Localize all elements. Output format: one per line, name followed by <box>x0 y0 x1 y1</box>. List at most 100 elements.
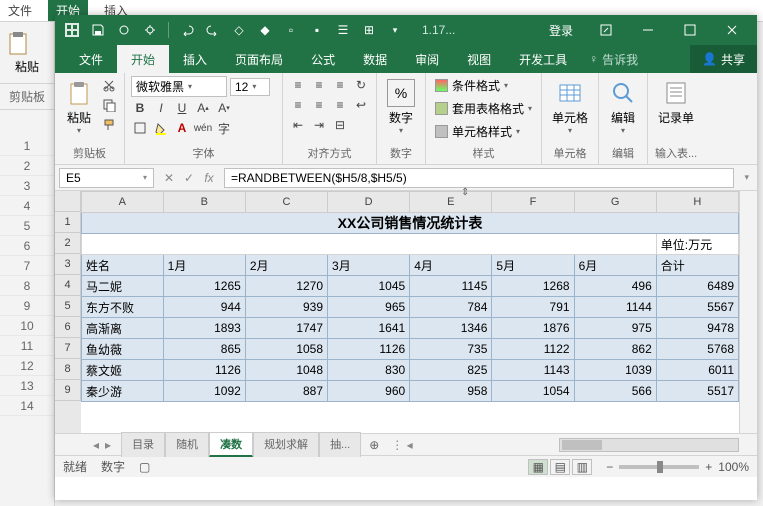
data-cell[interactable]: 1346 <box>410 318 492 339</box>
increase-font-icon[interactable]: A▴ <box>194 99 212 117</box>
underline-button[interactable]: U <box>173 99 191 117</box>
cells-button[interactable]: 单元格▾ <box>548 76 592 138</box>
sheet-tab[interactable]: 目录 <box>121 432 165 457</box>
copy-icon[interactable] <box>100 96 118 114</box>
number-format-button[interactable]: % 数字 ▾ <box>383 76 419 138</box>
formula-input[interactable]: =RANDBETWEEN($H5/8,$H5/5) ⇕ <box>224 168 734 188</box>
align-mid-icon[interactable]: ≡ <box>310 76 328 94</box>
row-header[interactable]: 3 <box>55 254 81 275</box>
data-cell[interactable]: 1092 <box>163 381 245 402</box>
tab-view[interactable]: 视图 <box>453 45 505 73</box>
table-format-button[interactable]: 套用表格格式▾ <box>432 99 535 118</box>
orientation-icon[interactable]: ↻ <box>352 76 370 94</box>
data-cell[interactable]: 887 <box>245 381 327 402</box>
sheet-tab[interactable]: 凑数 <box>209 432 253 457</box>
zoom-in-icon[interactable]: + <box>705 460 712 474</box>
italic-button[interactable]: I <box>152 99 170 117</box>
name-box[interactable]: E5▾ <box>59 168 154 188</box>
format-painter-icon[interactable] <box>100 116 118 134</box>
char-border-icon[interactable]: 字 <box>215 119 233 137</box>
minimize-icon[interactable] <box>629 15 667 45</box>
table-header-cell[interactable]: 姓名 <box>82 255 164 276</box>
zoom-level[interactable]: 100% <box>718 460 749 474</box>
data-cell[interactable]: 1048 <box>245 360 327 381</box>
login-text[interactable]: 登录 <box>549 22 573 39</box>
data-cell[interactable]: 1058 <box>245 339 327 360</box>
conditional-format-button[interactable]: 条件格式▾ <box>432 76 511 95</box>
fill-color-icon[interactable] <box>152 119 170 137</box>
expand-formula-icon[interactable]: ▾ <box>740 172 753 183</box>
cell-styles-button[interactable]: 单元格样式▾ <box>432 122 523 141</box>
row-header[interactable]: 4 <box>55 275 81 296</box>
data-cell[interactable]: 1641 <box>328 318 410 339</box>
sheet-tab[interactable]: 规划求解 <box>253 432 319 457</box>
col-header[interactable]: D <box>328 192 410 213</box>
col-header[interactable]: H <box>656 192 738 213</box>
tab-dev[interactable]: 开发工具 <box>505 45 581 73</box>
add-sheet-icon[interactable]: ⊕ <box>361 438 387 452</box>
tab-file[interactable]: 文件 <box>65 45 117 73</box>
data-cell[interactable]: 6489 <box>656 276 738 297</box>
row-header[interactable]: 1 <box>55 212 81 233</box>
merge-icon[interactable]: ⊟ <box>331 116 349 134</box>
data-cell[interactable]: 1747 <box>245 318 327 339</box>
tell-me[interactable]: ♀告诉我 <box>589 45 638 73</box>
qa-icon-3[interactable]: ▫ <box>280 19 302 41</box>
align-top-icon[interactable]: ≡ <box>289 76 307 94</box>
data-cell[interactable]: 944 <box>163 297 245 318</box>
sheet-tab[interactable]: 随机 <box>165 432 209 457</box>
data-cell[interactable]: 975 <box>574 318 656 339</box>
undo-icon[interactable] <box>176 19 198 41</box>
row-headers[interactable]: 123456789 <box>55 191 81 433</box>
table-header-cell[interactable]: 4月 <box>410 255 492 276</box>
font-size-select[interactable]: 12▾ <box>230 78 270 96</box>
normal-view-icon[interactable]: ▦ <box>528 459 548 475</box>
page-layout-view-icon[interactable]: ▤ <box>550 459 570 475</box>
page-break-view-icon[interactable]: ▥ <box>572 459 592 475</box>
data-cell[interactable]: 1893 <box>163 318 245 339</box>
share-button[interactable]: 👤共享 <box>690 45 757 73</box>
paste-button[interactable]: 粘贴 ▾ <box>61 76 97 138</box>
data-cell[interactable]: 1270 <box>245 276 327 297</box>
table-header-cell[interactable]: 3月 <box>328 255 410 276</box>
data-cell[interactable]: 960 <box>328 381 410 402</box>
row-header[interactable]: 2 <box>55 233 81 254</box>
data-cell[interactable]: 965 <box>328 297 410 318</box>
tab-formula[interactable]: 公式 <box>297 45 349 73</box>
fx-icon[interactable]: fx <box>200 171 218 185</box>
data-cell[interactable]: 1039 <box>574 360 656 381</box>
redo-icon[interactable] <box>202 19 224 41</box>
sheet-tab[interactable]: 抽... <box>319 432 361 457</box>
row-header[interactable]: 9 <box>55 380 81 401</box>
tab-home[interactable]: 开始 <box>117 45 169 73</box>
data-cell[interactable]: 791 <box>492 297 574 318</box>
table-header-cell[interactable]: 2月 <box>245 255 327 276</box>
data-cell[interactable]: 865 <box>163 339 245 360</box>
data-cell[interactable]: 1122 <box>492 339 574 360</box>
col-header[interactable]: E <box>410 192 492 213</box>
close-icon[interactable] <box>713 15 751 45</box>
data-cell[interactable]: 830 <box>328 360 410 381</box>
data-cell[interactable]: 1054 <box>492 381 574 402</box>
tab-nav-first-icon[interactable]: ◂ <box>91 438 101 452</box>
name-cell[interactable]: 东方不败 <box>82 297 164 318</box>
name-cell[interactable]: 鱼幼薇 <box>82 339 164 360</box>
maximize-icon[interactable] <box>671 15 709 45</box>
qa-icon-6[interactable]: ⊞ <box>358 19 380 41</box>
data-cell[interactable]: 1143 <box>492 360 574 381</box>
data-cell[interactable]: 5517 <box>656 381 738 402</box>
record-button[interactable]: 记录单 <box>654 76 698 129</box>
unit-cell[interactable]: 单位:万元 <box>656 234 738 255</box>
data-cell[interactable]: 958 <box>410 381 492 402</box>
data-cell[interactable]: 9478 <box>656 318 738 339</box>
data-cell[interactable]: 862 <box>574 339 656 360</box>
qa-icon-2[interactable]: ◆ <box>254 19 276 41</box>
phonetic-icon[interactable]: wén <box>194 119 212 137</box>
name-cell[interactable]: 秦少游 <box>82 381 164 402</box>
editing-button[interactable]: 编辑▾ <box>605 76 641 138</box>
name-cell[interactable]: 高渐离 <box>82 318 164 339</box>
col-header[interactable]: B <box>163 192 245 213</box>
tab-data[interactable]: 数据 <box>349 45 401 73</box>
table-title[interactable]: XX公司销售情况统计表 <box>82 213 739 234</box>
data-cell[interactable]: 1265 <box>163 276 245 297</box>
